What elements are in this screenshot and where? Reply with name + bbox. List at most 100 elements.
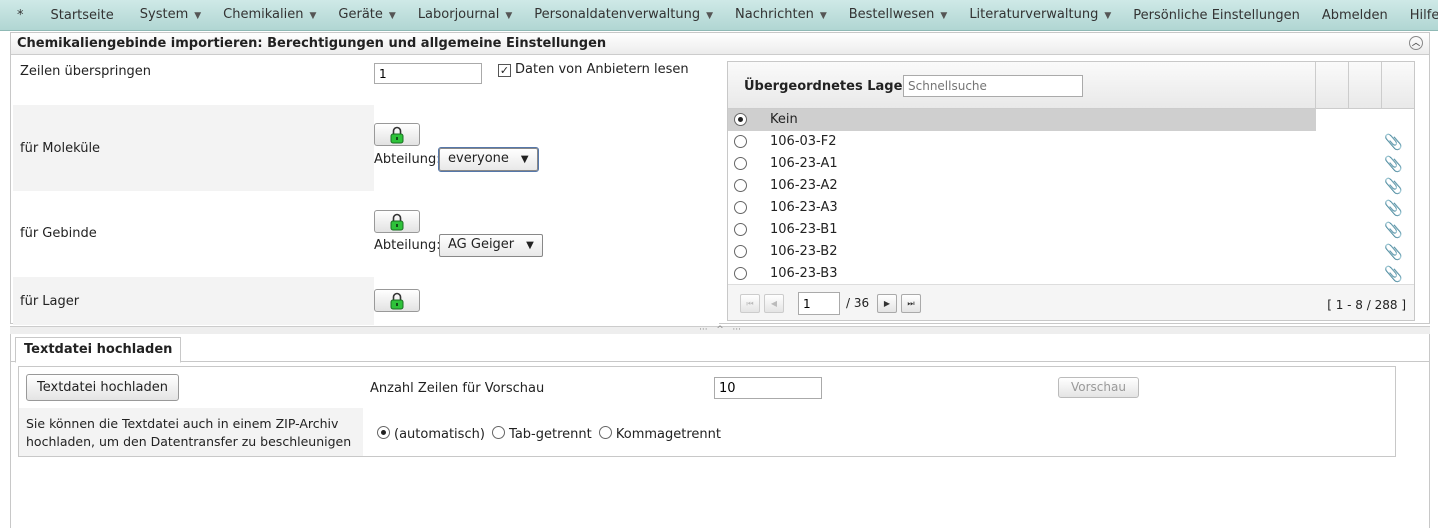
- next-page-button[interactable]: ▶: [877, 294, 897, 313]
- menu-system[interactable]: System ▼: [129, 0, 212, 32]
- quick-search-input[interactable]: [903, 75, 1083, 97]
- containers-dept-select[interactable]: AG Geiger ▼: [439, 234, 543, 257]
- panel-splitter[interactable]: ··· ^ ···: [10, 326, 1430, 335]
- molecules-dept-label: Abteilung:: [374, 152, 441, 167]
- prev-page-button[interactable]: ◀: [764, 294, 784, 313]
- storage-row-radio[interactable]: [734, 179, 747, 192]
- molecules-lock-button[interactable]: [374, 123, 420, 146]
- format-comma-radio[interactable]: [598, 426, 612, 439]
- storage-row-radio[interactable]: [734, 223, 747, 236]
- storage-row[interactable]: 106-23-A1 📎: [728, 153, 1416, 175]
- chevron-down-icon: ▼: [505, 10, 513, 21]
- lock-open-icon: [390, 213, 404, 231]
- zip-hint-line1: Sie können die Textdatei auch in einem Z…: [26, 416, 339, 431]
- menu-geraete-label: Geräte: [338, 6, 383, 22]
- menu-abmelden[interactable]: Abmelden: [1311, 0, 1399, 31]
- menu-literaturverwaltung[interactable]: Literaturverwaltung ▼: [958, 0, 1122, 32]
- upload-textfile-button[interactable]: Textdatei hochladen: [26, 374, 179, 401]
- storage-row-radio[interactable]: [734, 245, 747, 258]
- grid-pager: ⏮ ◀ / 36 ▶ ⏭ [ 1 - 8 / 288 ]: [728, 284, 1414, 320]
- storage-permission-row: für Lager: [13, 277, 719, 325]
- menu-bestellwesen[interactable]: Bestellwesen ▼: [838, 0, 959, 32]
- menu-chemikalien[interactable]: Chemikalien ▼: [212, 0, 327, 32]
- chevron-down-icon: ▼: [526, 240, 534, 251]
- storage-row-radio[interactable]: [734, 267, 747, 280]
- menu-personal-label: Personaldatenverwaltung: [534, 6, 701, 22]
- format-auto-label: (automatisch): [394, 427, 485, 442]
- containers-dept-value: AG Geiger: [448, 237, 515, 252]
- storage-row[interactable]: Kein: [728, 109, 1316, 131]
- format-row: Sie können die Textdatei auch in einem Z…: [19, 408, 1395, 456]
- storage-row-name: Kein: [770, 112, 798, 127]
- molecules-label: für Moleküle: [20, 141, 101, 156]
- skip-rows-input[interactable]: [374, 63, 482, 84]
- format-tab-option[interactable]: Tab-getrennt: [492, 426, 592, 442]
- storage-row[interactable]: 106-23-A2 📎: [728, 175, 1416, 197]
- menu-startseite[interactable]: Startseite: [40, 0, 125, 31]
- upload-form: Textdatei hochladen Anzahl Zeilen für Vo…: [18, 366, 1396, 457]
- collapse-icon[interactable]: ︿: [1409, 36, 1423, 50]
- containers-lock-button[interactable]: [374, 210, 420, 233]
- storage-row-radio[interactable]: [734, 113, 747, 126]
- molecules-controls: Abteilung: everyone ▼: [374, 105, 719, 191]
- menu-geraete[interactable]: Geräte ▼: [327, 0, 406, 32]
- paperclip-icon[interactable]: 📎: [1384, 155, 1403, 173]
- molecules-dept-select[interactable]: everyone ▼: [438, 147, 539, 172]
- zip-hint-line2: hochladen, um den Datentransfer zu besch…: [26, 434, 352, 449]
- format-auto-option[interactable]: (automatisch): [377, 426, 485, 442]
- upload-tab-panel: Textdatei hochladen Textdatei hochladen …: [10, 334, 1430, 528]
- menu-home-star[interactable]: *: [0, 0, 40, 31]
- storage-row[interactable]: 106-23-B3 📎: [728, 263, 1416, 285]
- chevron-down-icon: ▼: [706, 10, 714, 21]
- paperclip-icon[interactable]: 📎: [1384, 133, 1403, 151]
- menu-hilfe-label: Hilfe: [1409, 7, 1438, 23]
- storage-row[interactable]: 106-23-A3 📎: [728, 197, 1416, 219]
- format-comma-option[interactable]: Kommagetrennt: [598, 426, 721, 442]
- chevron-down-icon: ▼: [819, 10, 827, 21]
- storage-row[interactable]: 106-23-B1 📎: [728, 219, 1416, 241]
- lock-open-icon: [390, 292, 404, 310]
- storage-row[interactable]: 106-23-B2 📎: [728, 241, 1416, 263]
- last-page-button[interactable]: ⏭: [901, 294, 921, 313]
- paperclip-icon[interactable]: 📎: [1384, 243, 1403, 261]
- page-input[interactable]: [798, 292, 840, 315]
- column-divider: [1315, 62, 1316, 108]
- storage-row-name: 106-23-B3: [770, 266, 838, 281]
- storage-row-radio[interactable]: [734, 157, 747, 170]
- paperclip-icon[interactable]: 📎: [1384, 199, 1403, 217]
- page-total: / 36: [846, 296, 870, 310]
- vendor-data-checkbox[interactable]: ✓: [498, 64, 511, 77]
- format-tab-radio[interactable]: [492, 426, 506, 439]
- menu-nachrichten[interactable]: Nachrichten ▼: [724, 0, 838, 32]
- menu-persoenliche-einstellungen[interactable]: Persönliche Einstellungen: [1122, 0, 1311, 31]
- menu-hilfe[interactable]: Hilfe: [1399, 0, 1438, 31]
- vendor-data-option[interactable]: ✓ Daten von Anbietern lesen: [498, 62, 689, 77]
- molecules-dept-value: everyone: [448, 151, 509, 166]
- menu-abmelden-label: Abmelden: [1321, 7, 1388, 23]
- tab-upload-textfile[interactable]: Textdatei hochladen: [15, 337, 182, 363]
- storage-lock-button[interactable]: [374, 289, 420, 312]
- paperclip-icon[interactable]: 📎: [1384, 177, 1403, 195]
- menu-personaldatenverwaltung[interactable]: Personaldatenverwaltung ▼: [523, 0, 724, 32]
- panel-title: Chemikaliengebinde importieren: Berechti…: [17, 36, 607, 51]
- panel-header: Chemikaliengebinde importieren: Berechti…: [11, 33, 1429, 55]
- paperclip-icon[interactable]: 📎: [1384, 221, 1403, 239]
- storage-row-radio[interactable]: [734, 201, 747, 214]
- preview-button[interactable]: Vorschau: [1058, 377, 1139, 398]
- grid-header: Übergeordnetes Lager: [728, 62, 1414, 109]
- storage-row[interactable]: 106-03-F2 📎: [728, 131, 1416, 153]
- menu-chemikalien-label: Chemikalien: [223, 6, 304, 22]
- paperclip-icon[interactable]: 📎: [1384, 265, 1403, 283]
- chevron-down-icon: ▼: [520, 154, 529, 165]
- format-auto-radio[interactable]: [377, 426, 390, 439]
- format-comma-label: Kommagetrennt: [615, 427, 721, 442]
- settings-panel: Chemikaliengebinde importieren: Berechti…: [10, 32, 1430, 325]
- vendor-data-label: Daten von Anbietern lesen: [515, 62, 689, 77]
- first-page-button[interactable]: ⏮: [740, 294, 760, 313]
- storage-row-radio[interactable]: [734, 135, 747, 148]
- chevron-down-icon: ▼: [388, 10, 396, 21]
- menu-einstellungen-label: Persönliche Einstellungen: [1133, 7, 1300, 23]
- menu-laborjournal[interactable]: Laborjournal ▼: [407, 0, 523, 32]
- main-menubar: * Startseite System ▼ Chemikalien ▼ Geräte…: [0, 0, 1438, 31]
- preview-rows-input[interactable]: [714, 377, 822, 399]
